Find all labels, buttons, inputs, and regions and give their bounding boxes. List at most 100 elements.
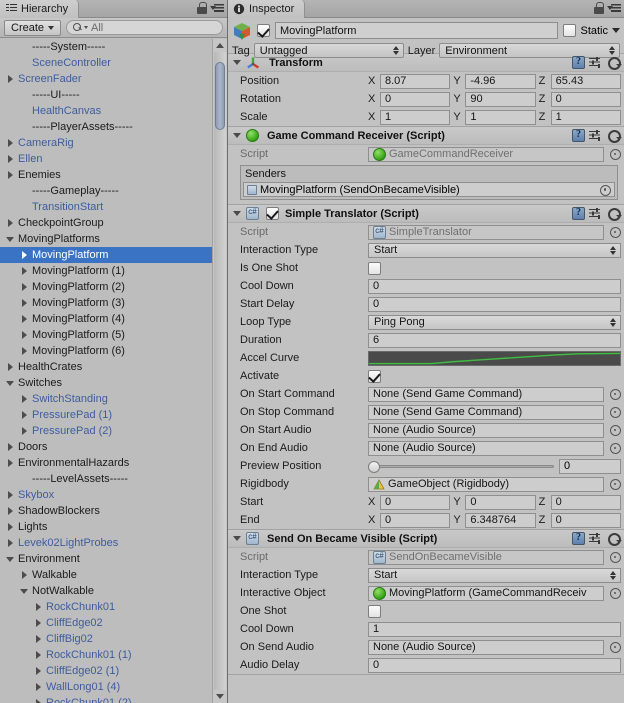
axis-input-x[interactable]: 0 bbox=[380, 494, 451, 510]
help-book-icon[interactable] bbox=[572, 129, 585, 142]
axis-input-x[interactable]: 0 bbox=[380, 91, 451, 107]
axis-input-y[interactable]: 1 bbox=[465, 109, 536, 125]
checkbox[interactable] bbox=[368, 261, 381, 275]
hierarchy-item[interactable]: CliffBig02 bbox=[0, 631, 212, 647]
chevron-down-icon[interactable] bbox=[18, 588, 30, 594]
axis-input-z[interactable]: 65.43 bbox=[550, 73, 621, 89]
axis-input-y[interactable]: 90 bbox=[465, 91, 536, 107]
chevron-right-icon[interactable] bbox=[4, 459, 16, 467]
hierarchy-item[interactable]: HealthCanvas bbox=[0, 103, 212, 119]
hierarchy-item[interactable]: CheckpointGroup bbox=[0, 215, 212, 231]
axis-input-y[interactable]: 6.348764 bbox=[465, 512, 536, 528]
hierarchy-item[interactable]: PressurePad (1) bbox=[0, 407, 212, 423]
chevron-right-icon[interactable] bbox=[4, 523, 16, 531]
chevron-right-icon[interactable] bbox=[32, 699, 44, 703]
hierarchy-item[interactable]: Switches bbox=[0, 375, 212, 391]
hierarchy-item[interactable]: MovingPlatforms bbox=[0, 231, 212, 247]
chevron-right-icon[interactable] bbox=[4, 219, 16, 227]
hierarchy-item[interactable]: Lights bbox=[0, 519, 212, 535]
gear-icon[interactable] bbox=[606, 129, 622, 143]
hierarchy-item[interactable]: WallLong01 (4) bbox=[0, 679, 212, 695]
axis-input-x[interactable]: 0 bbox=[380, 512, 451, 528]
hierarchy-item[interactable]: ScreenFader bbox=[0, 71, 212, 87]
hierarchy-item[interactable]: SwitchStanding bbox=[0, 391, 212, 407]
chevron-right-icon[interactable] bbox=[18, 347, 30, 355]
static-dropdown-icon[interactable] bbox=[612, 28, 620, 33]
help-book-icon[interactable] bbox=[572, 56, 585, 69]
help-book-icon[interactable] bbox=[572, 207, 585, 220]
axis-input-z[interactable]: 0 bbox=[550, 91, 621, 107]
hierarchy-item[interactable]: Ellen bbox=[0, 151, 212, 167]
dropdown[interactable]: Ping Pong bbox=[368, 314, 621, 330]
gameobject-name-input[interactable]: MovingPlatform bbox=[275, 22, 559, 39]
hierarchy-item[interactable]: NotWalkable bbox=[0, 583, 212, 599]
chevron-right-icon[interactable] bbox=[32, 603, 44, 611]
hierarchy-item[interactable]: Skybox bbox=[0, 487, 212, 503]
hierarchy-item[interactable]: MovingPlatform (6) bbox=[0, 343, 212, 359]
object-field[interactable]: SimpleTranslator bbox=[368, 224, 604, 240]
create-button[interactable]: Create bbox=[4, 19, 62, 36]
hierarchy-item[interactable]: EnvironmentalHazards bbox=[0, 455, 212, 471]
gear-icon[interactable] bbox=[606, 532, 622, 546]
text-input[interactable]: 1 bbox=[368, 621, 621, 637]
chevron-down-icon[interactable] bbox=[231, 211, 242, 216]
hamburger-menu-icon[interactable] bbox=[607, 2, 621, 14]
object-picker-icon[interactable] bbox=[609, 587, 621, 599]
chevron-right-icon[interactable] bbox=[18, 427, 30, 435]
chevron-down-icon[interactable] bbox=[231, 536, 242, 541]
hierarchy-item[interactable]: TransitionStart bbox=[0, 199, 212, 215]
gear-icon[interactable] bbox=[606, 56, 622, 70]
chevron-right-icon[interactable] bbox=[18, 283, 30, 291]
preset-sliders-icon[interactable] bbox=[589, 56, 602, 69]
hierarchy-item[interactable]: Doors bbox=[0, 439, 212, 455]
checkbox[interactable] bbox=[368, 604, 381, 618]
object-field[interactable]: None (Send Game Command) bbox=[368, 404, 604, 420]
axis-input-z[interactable]: 0 bbox=[550, 494, 621, 510]
hierarchy-item[interactable]: Walkable bbox=[0, 567, 212, 583]
object-field[interactable]: GameCommandReceiver bbox=[368, 146, 604, 162]
object-field[interactable]: MovingPlatform (GameCommandReceiv bbox=[368, 585, 604, 601]
chevron-right-icon[interactable] bbox=[4, 139, 16, 147]
chevron-right-icon[interactable] bbox=[4, 155, 16, 163]
object-field[interactable]: None (Audio Source) bbox=[368, 440, 604, 456]
chevron-right-icon[interactable] bbox=[4, 539, 16, 547]
hierarchy-item[interactable]: RockChunk01 (1) bbox=[0, 647, 212, 663]
hierarchy-item[interactable]: MovingPlatform (5) bbox=[0, 327, 212, 343]
hierarchy-item[interactable]: ShadowBlockers bbox=[0, 503, 212, 519]
chevron-right-icon[interactable] bbox=[32, 651, 44, 659]
object-picker-icon[interactable] bbox=[609, 641, 621, 653]
hierarchy-item[interactable]: -----PlayerAssets----- bbox=[0, 119, 212, 135]
checkbox[interactable] bbox=[368, 369, 381, 383]
lock-icon[interactable] bbox=[594, 2, 604, 14]
search-input[interactable]: All bbox=[66, 20, 223, 35]
chevron-right-icon[interactable] bbox=[18, 331, 30, 339]
preset-sliders-icon[interactable] bbox=[589, 129, 602, 142]
scrollbar-track[interactable] bbox=[214, 52, 226, 690]
component-header[interactable]: Send On Became Visible (Script) bbox=[228, 530, 624, 548]
hierarchy-item[interactable]: -----Gameplay----- bbox=[0, 183, 212, 199]
hierarchy-item[interactable]: HealthCrates bbox=[0, 359, 212, 375]
chevron-right-icon[interactable] bbox=[4, 363, 16, 371]
object-picker-icon[interactable] bbox=[609, 406, 621, 418]
scroll-up-arrow-icon[interactable] bbox=[213, 39, 227, 52]
object-picker-icon[interactable] bbox=[609, 388, 621, 400]
hierarchy-item[interactable]: CameraRig bbox=[0, 135, 212, 151]
object-picker-icon[interactable] bbox=[609, 551, 621, 563]
chevron-right-icon[interactable] bbox=[32, 635, 44, 643]
axis-input-x[interactable]: 8.07 bbox=[380, 73, 451, 89]
preset-sliders-icon[interactable] bbox=[589, 207, 602, 220]
chevron-right-icon[interactable] bbox=[18, 395, 30, 403]
scrollbar-thumb[interactable] bbox=[215, 62, 225, 130]
object-field[interactable]: None (Send Game Command) bbox=[368, 386, 604, 402]
preset-sliders-icon[interactable] bbox=[589, 532, 602, 545]
hierarchy-item[interactable]: MovingPlatform (3) bbox=[0, 295, 212, 311]
tab-inspector[interactable]: Inspector bbox=[228, 0, 306, 18]
dropdown[interactable]: Start bbox=[368, 242, 621, 258]
hierarchy-item[interactable]: CliffEdge02 bbox=[0, 615, 212, 631]
chevron-right-icon[interactable] bbox=[4, 75, 16, 83]
gameobject-enabled-checkbox[interactable] bbox=[257, 24, 270, 37]
hierarchy-item[interactable]: Enemies bbox=[0, 167, 212, 183]
chevron-right-icon[interactable] bbox=[32, 667, 44, 675]
object-field[interactable]: None (Audio Source) bbox=[368, 639, 604, 655]
chevron-right-icon[interactable] bbox=[4, 171, 16, 179]
